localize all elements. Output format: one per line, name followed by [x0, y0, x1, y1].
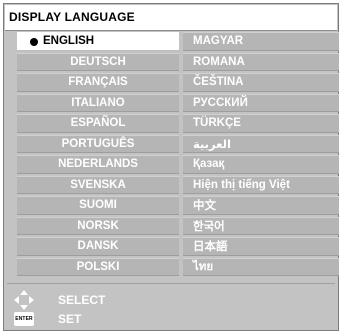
language-option-label: SUOMI	[79, 199, 117, 212]
language-option[interactable]: العربية	[183, 134, 339, 153]
select-guide: SELECT	[14, 290, 105, 310]
language-option[interactable]: MAGYAR	[183, 32, 339, 51]
language-option-label: ČEŠTINA	[193, 76, 244, 89]
language-option[interactable]: ไทย	[183, 257, 339, 276]
language-option[interactable]: NEDERLANDS	[17, 155, 179, 174]
language-option[interactable]: FRANÇAIS	[17, 73, 179, 92]
enter-key-icon: ENTER	[14, 312, 34, 326]
language-option[interactable]: POLSKI	[17, 257, 179, 276]
language-option[interactable]: ČEŠTINA	[183, 73, 339, 92]
language-option[interactable]: DANSK	[17, 237, 179, 256]
select-guide-label: SELECT	[58, 293, 106, 307]
language-option[interactable]: 中文	[183, 196, 339, 215]
language-option-label: ENGLISH	[43, 35, 95, 48]
guide-divider	[7, 283, 335, 284]
language-option-label: ESPAÑOL	[70, 117, 126, 130]
language-option-label: TÜRKÇE	[193, 117, 241, 130]
language-column-left: ENGLISH DEUTSCH FRANÇAIS ITALIANO ESPAÑOL POR…	[17, 32, 179, 276]
language-option[interactable]: PORTUGUÊS	[17, 134, 179, 153]
selected-bullet-icon	[30, 38, 38, 46]
language-grid: ENGLISH DEUTSCH FRANÇAIS ITALIANO ESPAÑOL POR…	[17, 32, 339, 276]
language-option-label: Hiện thị tiếng Việt	[193, 178, 290, 191]
language-option-label: DANSK	[77, 240, 119, 253]
language-option-label: 日本語	[193, 241, 228, 254]
language-option-label: 中文	[193, 200, 216, 213]
language-option-label: FRANÇAIS	[68, 76, 128, 89]
language-option-label: العربية	[193, 138, 231, 151]
language-option-label: DEUTSCH	[70, 55, 126, 68]
language-option[interactable]: SVENSKA	[17, 175, 179, 194]
language-option[interactable]: Қазақ	[183, 155, 339, 174]
language-option[interactable]: DEUTSCH	[17, 52, 179, 71]
language-option-label: NORSK	[77, 219, 119, 232]
menu-title-bar: DISPLAY LANGUAGE	[5, 5, 337, 31]
language-option-label: ITALIANO	[71, 96, 125, 109]
language-option[interactable]: ROMANA	[183, 52, 339, 71]
language-option[interactable]: РУССКИЙ	[183, 93, 339, 112]
language-option-label: ROMANA	[193, 55, 245, 68]
language-option[interactable]: SUOMI	[17, 196, 179, 215]
menu-title: DISPLAY LANGUAGE	[9, 10, 135, 24]
language-option[interactable]: TÜRKÇE	[183, 114, 339, 133]
display-language-menu: DISPLAY LANGUAGE ENGLISH DEUTSCH FRANÇAIS I…	[3, 3, 339, 331]
language-option-label: POLSKI	[76, 260, 120, 273]
language-column-right: MAGYAR ROMANA ČEŠTINA РУССКИЙ TÜRKÇE العربية Қ…	[183, 32, 339, 276]
language-option[interactable]: 日本語	[183, 237, 339, 256]
language-option[interactable]: Hiện thị tiếng Việt	[183, 175, 339, 194]
language-option-label: 한국어	[193, 220, 225, 233]
language-option-label: Қазақ	[193, 158, 225, 171]
language-option-label: РУССКИЙ	[193, 96, 248, 109]
language-option[interactable]: ENGLISH	[17, 32, 179, 51]
language-option[interactable]: ITALIANO	[17, 93, 179, 112]
language-option-label: SVENSKA	[70, 178, 126, 191]
language-option-label: NEDERLANDS	[58, 158, 138, 171]
language-option[interactable]: ESPAÑOL	[17, 114, 179, 133]
language-option[interactable]: 한국어	[183, 216, 339, 235]
language-option-label: PORTUGUÊS	[61, 137, 135, 150]
language-option-label: ไทย	[193, 260, 214, 273]
set-guide: ENTER SET	[14, 312, 81, 326]
language-option[interactable]: NORSK	[17, 216, 179, 235]
language-option-label: MAGYAR	[193, 35, 244, 48]
set-guide-label: SET	[58, 312, 82, 326]
arrow-cross-icon	[14, 290, 34, 310]
